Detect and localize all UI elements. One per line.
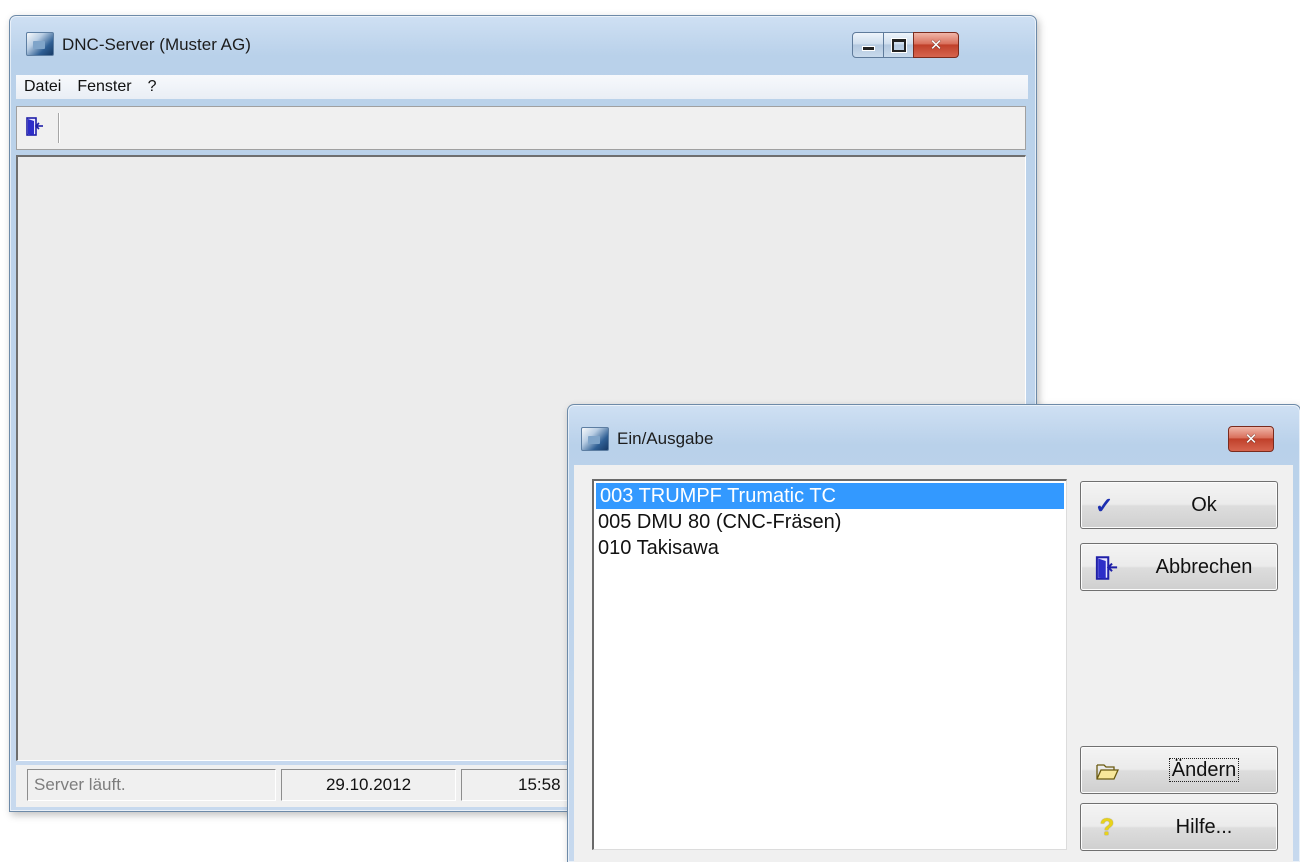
dialog-titlebar[interactable]: Ein/Ausgabe ✕ (568, 405, 1300, 455)
minimize-icon (861, 45, 875, 51)
close-icon: ✕ (929, 35, 943, 54)
dialog-app-icon (581, 427, 609, 451)
list-item[interactable]: 003 TRUMPF Trumatic TC (596, 483, 1064, 509)
help-button[interactable]: ? Hilfe... (1080, 803, 1278, 851)
close-button[interactable]: ✕ (913, 32, 959, 58)
menu-fenster[interactable]: Fenster (69, 78, 139, 96)
status-time: 15:58 (461, 769, 581, 801)
list-item[interactable]: 005 DMU 80 (CNC-Fräsen) (594, 509, 1066, 535)
maximize-button[interactable] (883, 32, 914, 58)
status-message: Server läuft. (27, 769, 276, 801)
cancel-button[interactable]: Abbrechen (1080, 543, 1278, 591)
ok-button[interactable]: ✓ Ok (1080, 481, 1278, 529)
door-exit-icon (1095, 556, 1118, 580)
list-item[interactable]: 010 Takisawa (594, 535, 1066, 561)
door-exit-icon[interactable] (26, 117, 44, 136)
toolbar (16, 106, 1026, 150)
machine-listbox[interactable]: 003 TRUMPF Trumatic TC 005 DMU 80 (CNC-F… (592, 479, 1067, 850)
menu-datei[interactable]: Datei (16, 78, 69, 96)
question-icon: ? (1099, 814, 1115, 841)
status-date: 29.10.2012 (281, 769, 456, 801)
app-icon[interactable] (26, 32, 54, 56)
toolbar-separator (58, 113, 59, 143)
dialog-window: Ein/Ausgabe ✕ 003 TRUMPF Trumatic TC 005… (567, 404, 1300, 862)
dialog-close-button[interactable]: ✕ (1228, 426, 1274, 452)
close-icon: ✕ (1244, 429, 1258, 448)
maximize-icon (891, 38, 906, 52)
change-label: Ändern (1168, 758, 1240, 782)
cancel-label: Abbrechen (1155, 556, 1253, 578)
check-icon: ✓ (1095, 493, 1114, 518)
menu-help[interactable]: ? (140, 78, 165, 96)
dialog-title: Ein/Ausgabe (617, 429, 714, 448)
menubar: Datei Fenster ? (16, 75, 1028, 99)
change-button[interactable]: Ändern (1080, 746, 1278, 794)
minimize-button[interactable] (852, 32, 884, 58)
open-folder-icon (1096, 764, 1119, 780)
help-label: Hilfe... (1175, 816, 1233, 838)
dialog-body: 003 TRUMPF Trumatic TC 005 DMU 80 (CNC-F… (574, 465, 1293, 862)
main-titlebar[interactable]: DNC-Server (Muster AG) ✕ (10, 16, 1036, 66)
ok-label: Ok (1191, 494, 1217, 516)
main-window-title: DNC-Server (Muster AG) (62, 35, 251, 54)
